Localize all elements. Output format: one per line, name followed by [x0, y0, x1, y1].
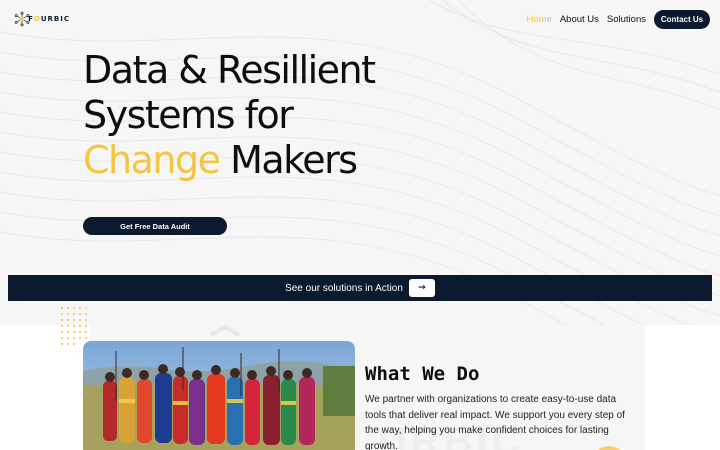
solutions-banner: See our solutions in Action →	[8, 275, 712, 301]
what-we-do-description: We partner with organizations to create …	[365, 394, 625, 450]
community-photo	[83, 341, 355, 450]
hero-title-line-1: Data & Resillient	[83, 48, 376, 92]
main-nav: Home About Us Solutions Contact Us	[526, 10, 710, 29]
get-free-data-audit-button[interactable]: Get Free Data Audit	[83, 217, 227, 235]
contact-us-button[interactable]: Contact Us	[654, 10, 710, 29]
what-we-do-title: What We Do	[365, 363, 480, 385]
solutions-banner-text: See our solutions in Action	[285, 282, 403, 294]
decorative-dots	[61, 307, 87, 345]
decorative-yellow-arc	[597, 446, 621, 450]
arrow-right-button[interactable]: →	[408, 279, 435, 297]
arrow-right-icon: →	[418, 283, 426, 293]
nav-solutions[interactable]: Solutions	[607, 14, 646, 25]
nav-about-us[interactable]: About Us	[560, 14, 599, 25]
nav-home[interactable]: Home	[526, 14, 551, 25]
logo-text: FOURBIC	[28, 15, 70, 23]
hero-title-line-3: Change Makers	[83, 138, 358, 182]
hero-title: Data & Resillient Systems for Change Mak…	[83, 48, 376, 183]
people-illustration	[83, 341, 355, 450]
hero-title-accent: Change	[83, 138, 221, 182]
logo[interactable]: FOURBIC	[14, 6, 70, 32]
hero-title-line-2: Systems for	[83, 93, 294, 137]
